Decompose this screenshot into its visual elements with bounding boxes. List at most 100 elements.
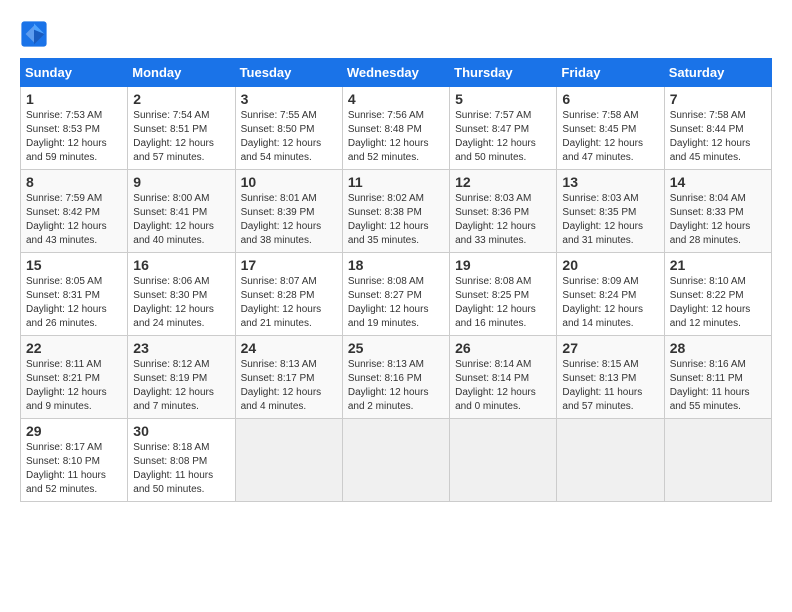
calendar-cell: 11 Sunrise: 8:02 AMSunset: 8:38 PMDaylig… (342, 170, 449, 253)
day-number: 24 (241, 340, 337, 356)
calendar-cell: 29 Sunrise: 8:17 AMSunset: 8:10 PMDaylig… (21, 419, 128, 502)
calendar-week-4: 22 Sunrise: 8:11 AMSunset: 8:21 PMDaylig… (21, 336, 772, 419)
calendar-cell: 28 Sunrise: 8:16 AMSunset: 8:11 PMDaylig… (664, 336, 771, 419)
calendar-cell: 26 Sunrise: 8:14 AMSunset: 8:14 PMDaylig… (450, 336, 557, 419)
calendar-cell: 24 Sunrise: 8:13 AMSunset: 8:17 PMDaylig… (235, 336, 342, 419)
day-info: Sunrise: 7:55 AMSunset: 8:50 PMDaylight:… (241, 109, 337, 165)
calendar-cell: 18 Sunrise: 8:08 AMSunset: 8:27 PMDaylig… (342, 253, 449, 336)
day-info: Sunrise: 8:12 AMSunset: 8:19 PMDaylight:… (133, 358, 229, 414)
day-info: Sunrise: 7:53 AMSunset: 8:53 PMDaylight:… (26, 109, 122, 165)
calendar-cell: 17 Sunrise: 8:07 AMSunset: 8:28 PMDaylig… (235, 253, 342, 336)
day-info: Sunrise: 8:04 AMSunset: 8:33 PMDaylight:… (670, 192, 766, 248)
day-number: 3 (241, 91, 337, 107)
day-number: 26 (455, 340, 551, 356)
weekday-header-wednesday: Wednesday (342, 59, 449, 87)
day-number: 18 (348, 257, 444, 273)
day-number: 13 (562, 174, 658, 190)
day-number: 17 (241, 257, 337, 273)
logo (20, 20, 52, 48)
day-number: 22 (26, 340, 122, 356)
weekday-header-thursday: Thursday (450, 59, 557, 87)
day-number: 11 (348, 174, 444, 190)
day-info: Sunrise: 8:14 AMSunset: 8:14 PMDaylight:… (455, 358, 551, 414)
calendar-cell: 25 Sunrise: 8:13 AMSunset: 8:16 PMDaylig… (342, 336, 449, 419)
weekday-header-tuesday: Tuesday (235, 59, 342, 87)
calendar-cell: 2 Sunrise: 7:54 AMSunset: 8:51 PMDayligh… (128, 87, 235, 170)
calendar-cell: 4 Sunrise: 7:56 AMSunset: 8:48 PMDayligh… (342, 87, 449, 170)
day-info: Sunrise: 8:07 AMSunset: 8:28 PMDaylight:… (241, 275, 337, 331)
day-info: Sunrise: 7:59 AMSunset: 8:42 PMDaylight:… (26, 192, 122, 248)
day-number: 14 (670, 174, 766, 190)
day-number: 23 (133, 340, 229, 356)
calendar-cell (664, 419, 771, 502)
day-number: 15 (26, 257, 122, 273)
weekday-header-sunday: Sunday (21, 59, 128, 87)
day-info: Sunrise: 8:16 AMSunset: 8:11 PMDaylight:… (670, 358, 766, 414)
day-info: Sunrise: 8:03 AMSunset: 8:36 PMDaylight:… (455, 192, 551, 248)
calendar-cell: 21 Sunrise: 8:10 AMSunset: 8:22 PMDaylig… (664, 253, 771, 336)
day-number: 8 (26, 174, 122, 190)
calendar-cell: 7 Sunrise: 7:58 AMSunset: 8:44 PMDayligh… (664, 87, 771, 170)
day-info: Sunrise: 7:58 AMSunset: 8:45 PMDaylight:… (562, 109, 658, 165)
day-info: Sunrise: 8:13 AMSunset: 8:16 PMDaylight:… (348, 358, 444, 414)
day-number: 9 (133, 174, 229, 190)
day-number: 20 (562, 257, 658, 273)
day-info: Sunrise: 8:06 AMSunset: 8:30 PMDaylight:… (133, 275, 229, 331)
calendar-cell: 8 Sunrise: 7:59 AMSunset: 8:42 PMDayligh… (21, 170, 128, 253)
day-info: Sunrise: 8:10 AMSunset: 8:22 PMDaylight:… (670, 275, 766, 331)
day-number: 27 (562, 340, 658, 356)
calendar-cell: 16 Sunrise: 8:06 AMSunset: 8:30 PMDaylig… (128, 253, 235, 336)
calendar-cell: 6 Sunrise: 7:58 AMSunset: 8:45 PMDayligh… (557, 87, 664, 170)
day-number: 4 (348, 91, 444, 107)
day-number: 6 (562, 91, 658, 107)
calendar-cell (342, 419, 449, 502)
day-number: 16 (133, 257, 229, 273)
calendar-week-5: 29 Sunrise: 8:17 AMSunset: 8:10 PMDaylig… (21, 419, 772, 502)
calendar-cell: 1 Sunrise: 7:53 AMSunset: 8:53 PMDayligh… (21, 87, 128, 170)
calendar-cell: 27 Sunrise: 8:15 AMSunset: 8:13 PMDaylig… (557, 336, 664, 419)
calendar-cell: 19 Sunrise: 8:08 AMSunset: 8:25 PMDaylig… (450, 253, 557, 336)
day-info: Sunrise: 8:17 AMSunset: 8:10 PMDaylight:… (26, 441, 122, 497)
day-info: Sunrise: 8:11 AMSunset: 8:21 PMDaylight:… (26, 358, 122, 414)
calendar-cell (450, 419, 557, 502)
day-info: Sunrise: 8:03 AMSunset: 8:35 PMDaylight:… (562, 192, 658, 248)
calendar-cell: 10 Sunrise: 8:01 AMSunset: 8:39 PMDaylig… (235, 170, 342, 253)
day-info: Sunrise: 7:54 AMSunset: 8:51 PMDaylight:… (133, 109, 229, 165)
weekday-header-friday: Friday (557, 59, 664, 87)
day-number: 21 (670, 257, 766, 273)
calendar-cell: 13 Sunrise: 8:03 AMSunset: 8:35 PMDaylig… (557, 170, 664, 253)
calendar-cell: 12 Sunrise: 8:03 AMSunset: 8:36 PMDaylig… (450, 170, 557, 253)
day-info: Sunrise: 8:15 AMSunset: 8:13 PMDaylight:… (562, 358, 658, 414)
day-info: Sunrise: 8:02 AMSunset: 8:38 PMDaylight:… (348, 192, 444, 248)
header (20, 20, 772, 48)
day-number: 10 (241, 174, 337, 190)
day-number: 7 (670, 91, 766, 107)
calendar-cell: 20 Sunrise: 8:09 AMSunset: 8:24 PMDaylig… (557, 253, 664, 336)
day-info: Sunrise: 8:09 AMSunset: 8:24 PMDaylight:… (562, 275, 658, 331)
calendar-cell: 14 Sunrise: 8:04 AMSunset: 8:33 PMDaylig… (664, 170, 771, 253)
day-info: Sunrise: 8:00 AMSunset: 8:41 PMDaylight:… (133, 192, 229, 248)
calendar-cell: 9 Sunrise: 8:00 AMSunset: 8:41 PMDayligh… (128, 170, 235, 253)
weekday-header-monday: Monday (128, 59, 235, 87)
calendar-week-1: 1 Sunrise: 7:53 AMSunset: 8:53 PMDayligh… (21, 87, 772, 170)
calendar-cell: 15 Sunrise: 8:05 AMSunset: 8:31 PMDaylig… (21, 253, 128, 336)
day-number: 25 (348, 340, 444, 356)
calendar-cell (235, 419, 342, 502)
day-info: Sunrise: 8:08 AMSunset: 8:25 PMDaylight:… (455, 275, 551, 331)
day-number: 30 (133, 423, 229, 439)
day-info: Sunrise: 8:13 AMSunset: 8:17 PMDaylight:… (241, 358, 337, 414)
day-info: Sunrise: 7:57 AMSunset: 8:47 PMDaylight:… (455, 109, 551, 165)
calendar-cell: 30 Sunrise: 8:18 AMSunset: 8:08 PMDaylig… (128, 419, 235, 502)
day-info: Sunrise: 8:08 AMSunset: 8:27 PMDaylight:… (348, 275, 444, 331)
weekday-header-row: SundayMondayTuesdayWednesdayThursdayFrid… (21, 59, 772, 87)
day-info: Sunrise: 7:58 AMSunset: 8:44 PMDaylight:… (670, 109, 766, 165)
day-number: 28 (670, 340, 766, 356)
day-number: 12 (455, 174, 551, 190)
calendar-table: SundayMondayTuesdayWednesdayThursdayFrid… (20, 58, 772, 502)
logo-icon (20, 20, 48, 48)
calendar-cell: 22 Sunrise: 8:11 AMSunset: 8:21 PMDaylig… (21, 336, 128, 419)
calendar-cell: 3 Sunrise: 7:55 AMSunset: 8:50 PMDayligh… (235, 87, 342, 170)
day-number: 2 (133, 91, 229, 107)
calendar-cell (557, 419, 664, 502)
calendar-cell: 5 Sunrise: 7:57 AMSunset: 8:47 PMDayligh… (450, 87, 557, 170)
